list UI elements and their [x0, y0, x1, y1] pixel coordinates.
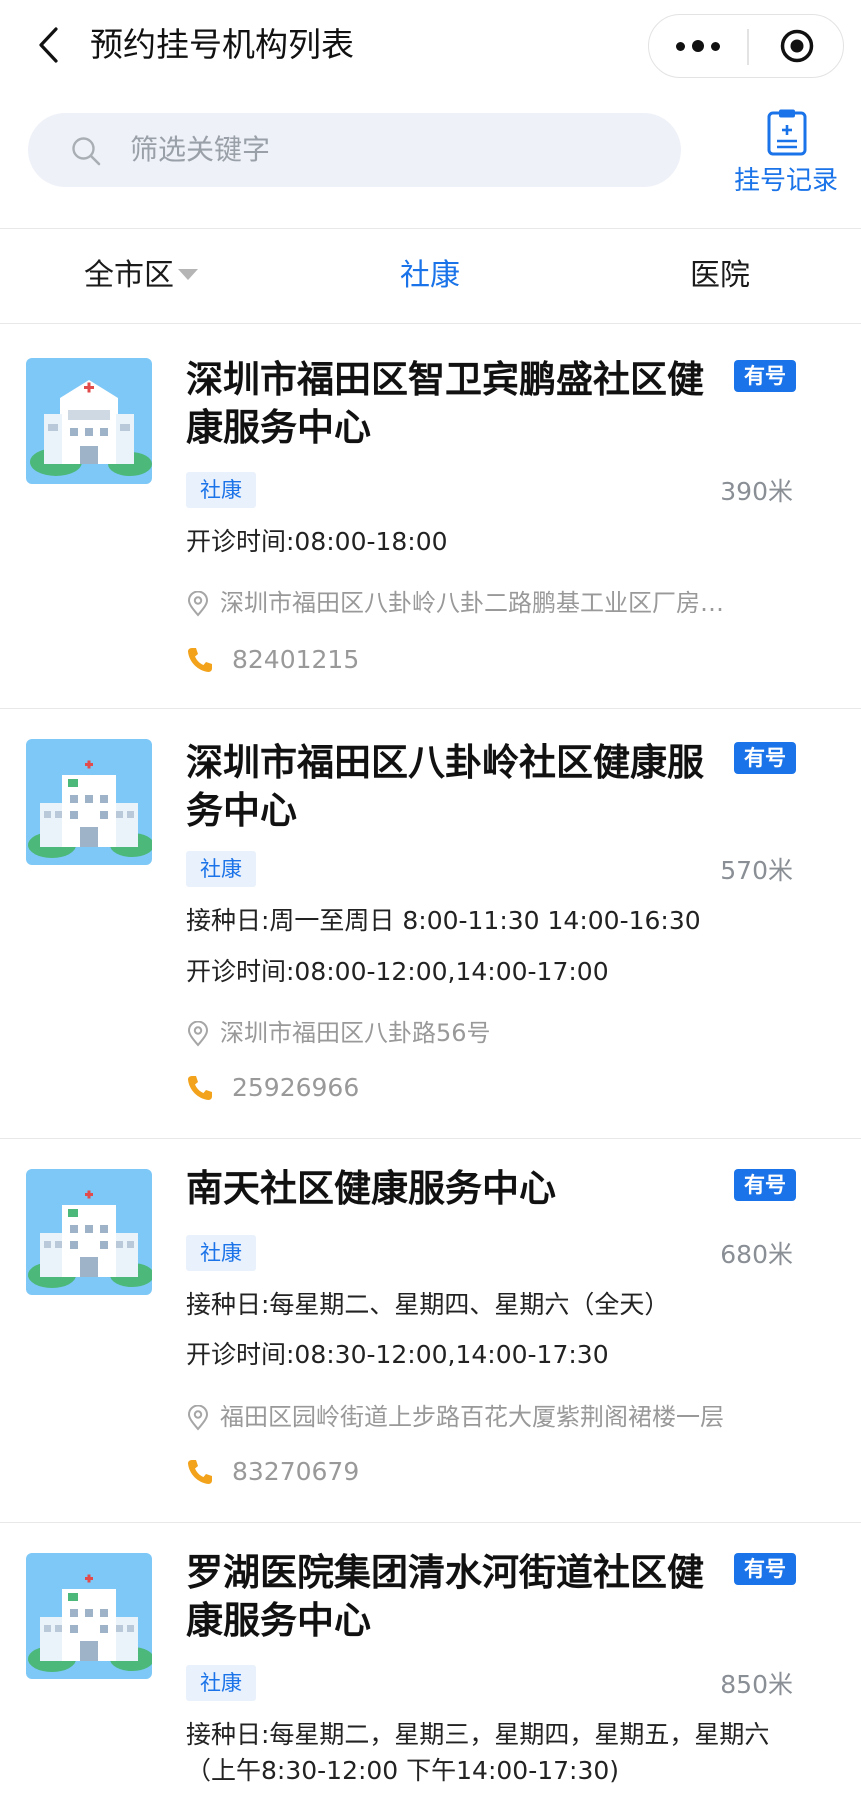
institution-card[interactable]: 深圳市福田区八卦岭社区健康服务中心 有号 社康 570米 接种日:周一至周日 8… [0, 709, 861, 1139]
phone-text: 25926966 [232, 1073, 360, 1102]
category-tag: 社康 [186, 1665, 256, 1701]
phone-icon [188, 648, 212, 672]
target-close-icon [780, 29, 813, 63]
search-placeholder: 筛选关键字 [130, 133, 271, 166]
clipboard-icon [767, 109, 807, 156]
more-dot-icon [711, 41, 720, 51]
records-label: 挂号记录 [733, 166, 838, 196]
phone-icon [188, 1076, 212, 1100]
location-pin-icon [187, 1021, 209, 1047]
clinic-thumbnail [26, 358, 152, 484]
chevron-left-icon [39, 27, 58, 63]
registration-records-button[interactable]: 挂号记录 [730, 104, 842, 196]
tab-community-health[interactable]: 社康 [400, 229, 460, 323]
institution-card[interactable]: 南天社区健康服务中心 有号 社康 680米 接种日:每星期二、星期四、星期六（全… [0, 1139, 861, 1523]
distance: 390米 [720, 477, 793, 506]
institution-name: 深圳市福田区智卫宾鹏盛社区健康服务中心 [186, 358, 704, 449]
tab-district-label: 全市区 [84, 258, 174, 293]
phone-icon [188, 1460, 212, 1484]
address: 深圳市福田区八卦岭八卦二路鹏基工业区厂房… [186, 585, 786, 621]
address-text: 福田区园岭街道上步路百花大厦紫荆阁裙楼一层 [220, 1403, 724, 1431]
tab-district[interactable]: 全市区 [84, 229, 198, 323]
institution-card[interactable]: 罗湖医院集团清水河街道社区健康服务中心 有号 社康 850米 接种日:每星期二，… [0, 1523, 861, 1800]
clinic-thumbnail [26, 1553, 152, 1679]
miniprogram-capsule [648, 14, 844, 78]
distance: 850米 [720, 1670, 793, 1699]
institution-name: 罗湖医院集团清水河街道社区健康服务中心 [186, 1551, 704, 1642]
clinic-thumbnail [26, 739, 152, 865]
availability-badge: 有号 [734, 1553, 796, 1585]
vaccination-days: 接种日:周一至周日 8:00-11:30 14:00-16:30 [186, 906, 701, 935]
opening-hours: 开诊时间:08:30-12:00,14:00-17:30 [186, 1340, 609, 1369]
vaccination-days: 接种日:每星期二、星期四、星期六（全天） [186, 1290, 670, 1319]
phone-text: 82401215 [232, 645, 360, 674]
address-text: 深圳市福田区八卦路56号 [220, 1019, 491, 1047]
opening-hours: 开诊时间:08:00-18:00 [186, 527, 448, 556]
availability-badge: 有号 [734, 1169, 796, 1201]
address: 深圳市福田区八卦路56号 [186, 1015, 786, 1051]
search-input[interactable]: 筛选关键字 [28, 113, 681, 187]
category-tag: 社康 [186, 1235, 256, 1271]
opening-hours: 开诊时间:08:00-12:00,14:00-17:00 [186, 957, 609, 986]
address-text: 深圳市福田区八卦岭八卦二路鹏基工业区厂房… [220, 589, 724, 617]
clinic-thumbnail [26, 1169, 152, 1295]
page-title: 预约挂号机构列表 [90, 25, 354, 64]
distance: 680米 [720, 1240, 793, 1269]
institution-card[interactable]: 深圳市福田区智卫宾鹏盛社区健康服务中心 有号 社康 390米 开诊时间:08:0… [0, 324, 861, 709]
category-tag: 社康 [186, 472, 256, 508]
distance: 570米 [720, 856, 793, 885]
back-button[interactable] [28, 22, 68, 68]
close-miniprogram-button[interactable] [748, 15, 845, 77]
address: 福田区园岭街道上步路百花大厦紫荆阁裙楼一层 [186, 1399, 786, 1435]
vaccination-days: 接种日:每星期二，星期三，星期四，星期五，星期六（上午8:30-12:00 下午… [186, 1720, 770, 1785]
category-tag: 社康 [186, 851, 256, 887]
availability-badge: 有号 [734, 742, 796, 774]
more-button[interactable] [649, 15, 747, 77]
filter-tabs: 全市区 社康 医院 [0, 228, 861, 324]
phone-text: 83270679 [232, 1457, 360, 1486]
search-icon [72, 137, 101, 166]
more-dot-icon [692, 40, 704, 52]
institution-name: 南天社区健康服务中心 [186, 1167, 556, 1210]
navigation-bar: 预约挂号机构列表 [0, 0, 861, 92]
location-pin-icon [187, 591, 209, 617]
more-dot-icon [676, 41, 685, 51]
location-pin-icon [187, 1405, 209, 1431]
institution-name: 深圳市福田区八卦岭社区健康服务中心 [186, 741, 704, 832]
availability-badge: 有号 [734, 360, 796, 392]
caret-down-icon [178, 269, 198, 280]
tab-hospital[interactable]: 医院 [690, 229, 750, 323]
